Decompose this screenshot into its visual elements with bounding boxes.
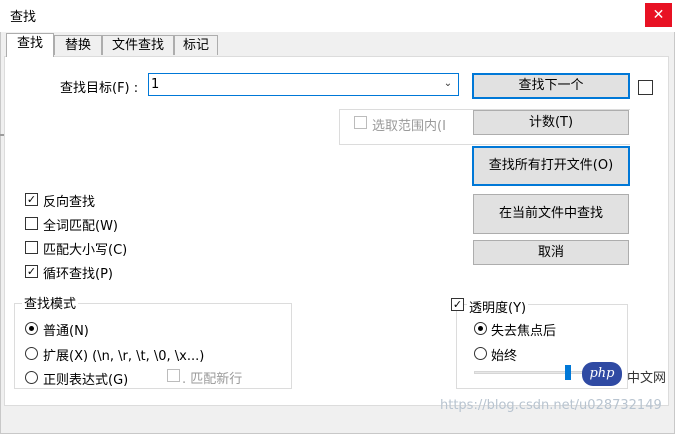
find-in-current-file-button[interactable]: 在当前文件中查找 (473, 194, 629, 234)
watermark-text: https://blog.csdn.net/u028732149 (440, 398, 662, 413)
count-button[interactable]: 计数(T) (473, 110, 629, 135)
tab-find-in-files[interactable]: 文件查找 (102, 35, 174, 55)
mode-extended-radio[interactable] (25, 347, 38, 360)
whole-word-label: 全词匹配(W) (43, 219, 118, 234)
in-selection-checkbox[interactable] (354, 116, 367, 129)
wrap-around-label: 循环查找(P) (43, 267, 113, 282)
unnamed-checkbox[interactable] (638, 80, 653, 95)
transparency-checkbox[interactable]: ✓ (451, 298, 464, 311)
tab-find[interactable]: 查找 (6, 33, 54, 57)
find-all-open-files-button[interactable]: 查找所有打开文件(O) (472, 146, 630, 186)
search-mode-title: 查找模式 (22, 293, 79, 312)
find-what-combobox[interactable]: ⌄ (148, 73, 459, 96)
php-cn-text: 中文网 (627, 371, 667, 386)
on-losing-focus-label: 失去焦点后 (491, 324, 557, 339)
on-losing-focus-radio[interactable] (474, 322, 487, 335)
php-logo: php (582, 362, 622, 386)
mode-normal-label: 普通(N) (43, 324, 89, 339)
tab-replace[interactable]: 替换 (54, 35, 102, 55)
find-what-input[interactable] (151, 76, 436, 93)
backward-search-checkbox[interactable]: ✓ (25, 193, 38, 206)
always-radio[interactable] (474, 347, 487, 360)
mode-regex-radio[interactable] (25, 371, 38, 384)
find-what-label: 查找目标(F) : (60, 81, 139, 96)
always-label: 始终 (491, 349, 518, 364)
chevron-down-icon[interactable]: ⌄ (442, 77, 454, 91)
title-bar (0, 0, 675, 32)
transparency-label: 透明度(Y) (467, 297, 529, 316)
tab-mark[interactable]: 标记 (174, 35, 218, 55)
mode-regex-label: 正则表达式(G) (43, 373, 129, 388)
cancel-button[interactable]: 取消 (473, 240, 629, 265)
match-case-checkbox[interactable] (25, 241, 38, 254)
close-button[interactable]: ✕ (645, 3, 672, 27)
backward-search-label: 反向查找 (43, 195, 96, 210)
dot-matches-newline-label: . 匹配新行 (182, 372, 243, 387)
transparency-slider-thumb[interactable] (565, 365, 571, 380)
window-title: 查找 (10, 10, 37, 25)
mode-extended-label: 扩展(X) (\n, \r, \t, \0, \x...) (43, 349, 205, 364)
mode-normal-radio[interactable] (25, 322, 38, 335)
in-selection-label: 选取范围内(I (372, 119, 446, 134)
dot-matches-newline-checkbox[interactable] (167, 369, 180, 382)
find-next-button[interactable]: 查找下一个 (472, 73, 630, 99)
wrap-around-checkbox[interactable]: ✓ (25, 265, 38, 278)
match-case-label: 匹配大小写(C) (43, 243, 128, 258)
whole-word-checkbox[interactable] (25, 217, 38, 230)
